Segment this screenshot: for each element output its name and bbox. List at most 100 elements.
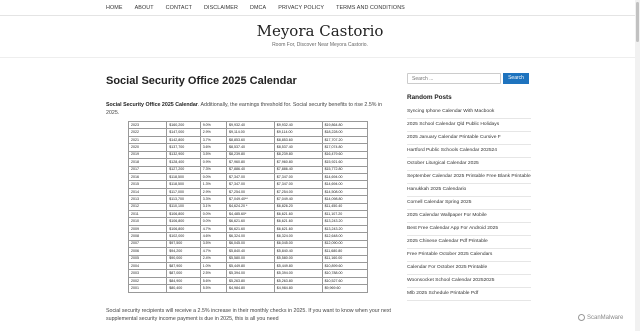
post-outro: Social security recipients will receive …	[106, 308, 391, 322]
table-cell: $11,160.00	[321, 254, 369, 264]
table-cell: $4,485.60*	[225, 210, 275, 219]
table-cell: $9,114.00	[225, 128, 275, 137]
table-cell: $87,000	[166, 269, 201, 278]
table-cell: 2016	[127, 172, 168, 182]
random-post-link[interactable]: Cornell Calendar Spring 2025	[407, 197, 531, 210]
table-cell: $9,969.60	[321, 284, 369, 293]
table-row: 2008 $102,000 4.6% $6,324.00 $6,324.00 $12,64…	[127, 232, 369, 241]
random-posts-list: Syncing Iphone Calendar With Macbook 2025…	[407, 106, 531, 301]
nav-item-privacy-policy[interactable]: PRIVACY POLICY	[278, 5, 324, 11]
table-row: 2012 $110,100 3.1% $4,624.20 * $6,826.20 $11,…	[127, 202, 369, 212]
table-row: 2006 $94,200 4.7% $5,840.40 $5,840.40 $11,680…	[127, 247, 369, 256]
random-post-link[interactable]: 2025 School Calendar Qld Public Holidays	[407, 119, 531, 132]
table-cell: 2019	[127, 150, 168, 160]
table-cell: 5.6%	[199, 276, 227, 286]
table-cell: 5.5%	[199, 284, 227, 293]
site-title[interactable]: Meyora Castorio	[0, 22, 640, 40]
table-cell: $110,100	[166, 202, 201, 212]
table-cell: $18,228.00	[321, 128, 369, 137]
table-cell: $15,772.80	[321, 165, 369, 174]
search-input[interactable]	[407, 73, 501, 84]
table-cell: 0.0%	[199, 172, 227, 182]
table-row: 2015 $118,500 1.3% $7,347.00 $7,347.00 $14,69…	[127, 180, 369, 189]
table-cell: 1.3%	[199, 180, 227, 189]
table-cell: $7,347.00	[225, 172, 275, 182]
table-cell: $4,624.20 *	[225, 202, 275, 212]
top-navigation: HOME ABOUT CONTACT DISCLAIMER DMCA PRIVACY PO…	[0, 0, 640, 16]
random-post-link[interactable]: Mlb 2025 Schedule Printable Pdf	[407, 288, 531, 301]
shield-icon	[578, 314, 585, 321]
table-cell: 2020	[127, 143, 168, 152]
table-row: 2020 $137,700 3.6% $8,537.40 $8,537.40 $17,07…	[127, 143, 369, 152]
table-cell: $10,899.60	[321, 261, 369, 271]
table-cell: $7,049.40**	[225, 195, 275, 204]
table-cell: 9.0%	[199, 120, 227, 130]
table-cell: $7,886.40	[273, 165, 323, 174]
table-cell: 2001	[127, 284, 168, 293]
table-cell: $8,853.60	[273, 135, 323, 145]
table-row: 2005 $90,000 2.4% $5,580.00 $5,580.00 $11,160…	[127, 254, 369, 264]
table-body: 2023 $160,200 9.0% $9,932.40 $9,932.40 $19,86…	[127, 120, 369, 293]
nav-item-terms-and-conditions[interactable]: TERMS AND CONDITIONS	[336, 5, 405, 11]
table-cell: $6,621.60	[273, 224, 323, 234]
scrollbar-thumb[interactable]	[636, 2, 639, 42]
table-cell: $137,700	[166, 143, 201, 152]
page-scrollbar[interactable]	[635, 0, 640, 331]
random-post-link[interactable]: 2025 January Calendar Printable Cursive …	[407, 132, 531, 145]
random-post-link[interactable]: Best Free Calendar App For Android 2025	[407, 223, 531, 236]
watermark: ScanMalware	[578, 314, 623, 321]
nav-item-about[interactable]: ABOUT	[135, 5, 154, 11]
random-post-link[interactable]: Calendar For October 2025 Printable	[407, 262, 531, 275]
table-cell: $7,049.40	[273, 195, 323, 204]
table-cell: 3.6%	[199, 143, 227, 152]
table-cell: 2008	[127, 232, 168, 241]
table-cell: $117,000	[166, 187, 201, 197]
table-cell: $13,243.20	[321, 224, 369, 234]
table-cell: $19,864.80	[321, 120, 369, 130]
search-button[interactable]: Search	[503, 73, 529, 84]
table-cell: $113,700	[166, 195, 201, 204]
random-post-link[interactable]: Free Printable October 2025 Calendars	[407, 249, 531, 262]
table-cell: 2004	[127, 261, 168, 271]
random-post-link[interactable]: Hartford Public Schools Calendar 202524	[407, 145, 531, 158]
random-post-link[interactable]: Woonsocket School Calendar 20252025	[407, 275, 531, 288]
random-post-link[interactable]: Syncing Iphone Calendar With Macbook	[407, 106, 531, 119]
table-cell: $6,621.60	[225, 224, 275, 234]
table-cell: $7,886.40	[225, 165, 275, 174]
random-post-link[interactable]: 2025 Calendar Wallpaper For Mobile	[407, 210, 531, 223]
table-cell: $15,921.60	[321, 158, 369, 167]
random-post-link[interactable]: October Liturgical Calendar 2025	[407, 158, 531, 171]
table-cell: $12,648.00	[321, 232, 369, 241]
table-cell: 2022	[127, 128, 168, 137]
table-cell: $5,263.80	[273, 276, 323, 286]
nav-item-dmca[interactable]: DMCA	[250, 5, 266, 11]
post-intro: Social Security Office 2025 Calendar. Ad…	[106, 101, 390, 117]
nav-item-home[interactable]: HOME	[106, 5, 123, 11]
table-cell: $6,621.60	[273, 210, 323, 219]
post-title: Social Security Office 2025 Calendar	[106, 75, 297, 87]
random-post-link[interactable]: Hanukkah 2025 Calendario	[407, 184, 531, 197]
table-cell: 2003	[127, 269, 168, 278]
table-cell: 2010	[127, 217, 168, 226]
random-post-link[interactable]: September Calendar 2025 Printable Free B…	[407, 171, 531, 184]
table-cell: $6,045.00	[273, 239, 323, 249]
table-cell: $14,098.80	[321, 195, 369, 204]
table-cell: 2006	[127, 247, 168, 256]
table-cell: $118,500	[166, 172, 201, 182]
table-cell: $94,200	[166, 247, 201, 256]
table-cell: 2017	[127, 165, 168, 174]
table-cell: $80,400	[166, 284, 201, 293]
nav-item-disclaimer[interactable]: DISCLAIMER	[204, 5, 238, 11]
table-row: 2018 $128,400 0.9% $7,960.80 $7,960.80 $15,92…	[127, 158, 369, 167]
table-cell: 2005	[127, 254, 168, 264]
table-cell: $14,694.00	[321, 180, 369, 189]
table-row: 2001 $80,400 5.5% $4,984.80 $4,984.80 $9,969.…	[127, 284, 369, 293]
table-cell: $6,826.20	[273, 202, 323, 212]
random-post-link[interactable]: 2025 Chinese Calendar Pdf Printable	[407, 236, 531, 249]
table-cell: $5,449.80	[225, 261, 275, 271]
table-cell: 2012	[127, 202, 168, 212]
table-row: 2002 $84,900 5.6% $5,263.80 $5,263.80 $10,527…	[127, 276, 369, 286]
nav-list: HOME ABOUT CONTACT DISCLAIMER DMCA PRIVACY PO…	[106, 5, 417, 11]
table-cell: $118,500	[166, 180, 201, 189]
nav-item-contact[interactable]: CONTACT	[166, 5, 192, 11]
